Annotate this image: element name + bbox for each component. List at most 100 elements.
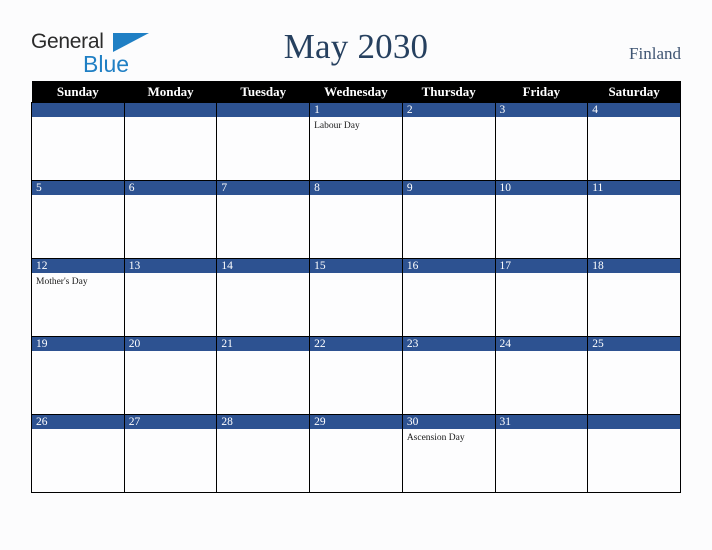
day-number: 21 — [217, 337, 310, 351]
day-events — [588, 429, 680, 432]
weekday-header-sunday: Sunday — [31, 81, 125, 103]
weekday-header-tuesday: Tuesday — [216, 81, 310, 103]
calendar-day-cell[interactable]: 2 — [401, 102, 496, 181]
weekday-header-monday: Monday — [124, 81, 217, 103]
day-events — [496, 273, 588, 276]
calendar-day-cell[interactable] — [216, 102, 311, 181]
page-title: May 2030 — [283, 27, 429, 66]
calendar-day-cell[interactable]: 26 — [31, 414, 125, 493]
calendar-day-cell[interactable]: 18 — [587, 258, 681, 337]
weekday-header-row: Sunday Monday Tuesday Wednesday Thursday… — [31, 81, 681, 103]
weekday-header-wednesday: Wednesday — [309, 81, 403, 103]
calendar-week-row: 26 27 28 29 30 Ascension Day 31 — [31, 414, 681, 493]
day-events — [217, 429, 309, 432]
day-events — [588, 351, 680, 354]
day-number: 6 — [124, 181, 217, 195]
calendar-day-cell[interactable]: 29 — [309, 414, 403, 493]
day-events — [217, 195, 309, 198]
calendar-day-cell[interactable]: 9 — [401, 180, 496, 259]
day-number: 19 — [32, 337, 124, 351]
calendar-day-cell[interactable]: 28 — [216, 414, 311, 493]
day-events — [588, 273, 680, 276]
day-events — [310, 351, 402, 354]
calendar-day-cell[interactable]: 14 — [216, 258, 311, 337]
calendar-day-cell[interactable]: 27 — [123, 414, 218, 493]
calendar-day-cell[interactable]: 8 — [309, 180, 403, 259]
day-events — [403, 117, 495, 120]
calendar-day-cell[interactable] — [123, 102, 218, 181]
day-number — [588, 415, 680, 429]
day-number: 5 — [32, 181, 124, 195]
day-events: Labour Day — [310, 117, 402, 132]
calendar-week-row: 1 Labour Day 2 3 4 — [31, 102, 681, 181]
calendar-day-cell[interactable]: 10 — [494, 180, 589, 259]
day-number: 4 — [588, 103, 680, 117]
calendar-week-row: 5 6 7 8 9 10 11 — [31, 180, 681, 259]
day-events — [496, 117, 588, 120]
day-events — [32, 351, 124, 354]
calendar-day-cell[interactable]: 4 — [587, 102, 681, 181]
day-events: Mother's Day — [32, 273, 124, 288]
day-events — [217, 273, 309, 276]
calendar-day-cell[interactable]: 12 Mother's Day — [31, 258, 125, 337]
calendar-day-cell[interactable]: 1 Labour Day — [309, 102, 403, 181]
calendar-day-cell[interactable]: 24 — [494, 336, 589, 415]
day-events — [217, 351, 309, 354]
calendar-day-cell[interactable]: 17 — [494, 258, 589, 337]
day-number: 28 — [217, 415, 310, 429]
day-number: 29 — [310, 415, 402, 429]
day-events — [32, 117, 124, 120]
calendar-day-cell[interactable]: 13 — [123, 258, 218, 337]
calendar-day-cell[interactable]: 16 — [401, 258, 496, 337]
day-events — [125, 117, 217, 120]
day-number: 8 — [310, 181, 402, 195]
day-number: 26 — [32, 415, 124, 429]
calendar-week-row: 19 20 21 22 23 24 25 — [31, 336, 681, 415]
calendar-week-row: 12 Mother's Day 13 14 15 16 17 18 — [31, 258, 681, 337]
day-number — [217, 103, 310, 117]
calendar-day-cell[interactable]: 11 — [587, 180, 681, 259]
weekday-header-saturday: Saturday — [587, 81, 681, 103]
day-events — [32, 429, 124, 432]
day-events — [125, 351, 217, 354]
day-events — [403, 273, 495, 276]
calendar-day-cell[interactable]: 25 — [587, 336, 681, 415]
calendar-day-cell[interactable]: 15 — [309, 258, 403, 337]
day-number: 25 — [588, 337, 680, 351]
day-events: Ascension Day — [403, 429, 495, 444]
day-events — [125, 429, 217, 432]
calendar-day-cell[interactable]: 19 — [31, 336, 125, 415]
day-number: 27 — [124, 415, 217, 429]
day-events — [32, 195, 124, 198]
day-events — [125, 195, 217, 198]
calendar-day-cell[interactable]: 7 — [216, 180, 311, 259]
day-number: 17 — [495, 259, 588, 273]
day-number: 9 — [402, 181, 495, 195]
calendar-day-cell[interactable]: 5 — [31, 180, 125, 259]
weekday-header-friday: Friday — [495, 81, 588, 103]
calendar-day-cell[interactable]: 30 Ascension Day — [401, 414, 496, 493]
day-number: 24 — [495, 337, 588, 351]
calendar-day-cell[interactable]: 6 — [123, 180, 218, 259]
day-events — [403, 195, 495, 198]
calendar-page: General Blue May 2030 Finland Sunday Mon… — [0, 0, 712, 550]
calendar-day-cell[interactable] — [31, 102, 125, 181]
day-number: 15 — [310, 259, 402, 273]
day-number: 23 — [402, 337, 495, 351]
day-events — [403, 351, 495, 354]
day-number: 10 — [495, 181, 588, 195]
day-number: 11 — [588, 181, 680, 195]
calendar-day-cell[interactable]: 3 — [494, 102, 589, 181]
day-events — [310, 273, 402, 276]
calendar-day-cell[interactable] — [587, 414, 681, 493]
day-events — [496, 429, 588, 432]
day-events — [217, 117, 309, 120]
calendar-day-cell[interactable]: 23 — [401, 336, 496, 415]
day-number — [32, 103, 124, 117]
day-number: 12 — [32, 259, 124, 273]
calendar-day-cell[interactable]: 31 — [494, 414, 589, 493]
weekday-header-thursday: Thursday — [402, 81, 496, 103]
calendar-day-cell[interactable]: 20 — [123, 336, 218, 415]
calendar-day-cell[interactable]: 22 — [309, 336, 403, 415]
calendar-day-cell[interactable]: 21 — [216, 336, 311, 415]
